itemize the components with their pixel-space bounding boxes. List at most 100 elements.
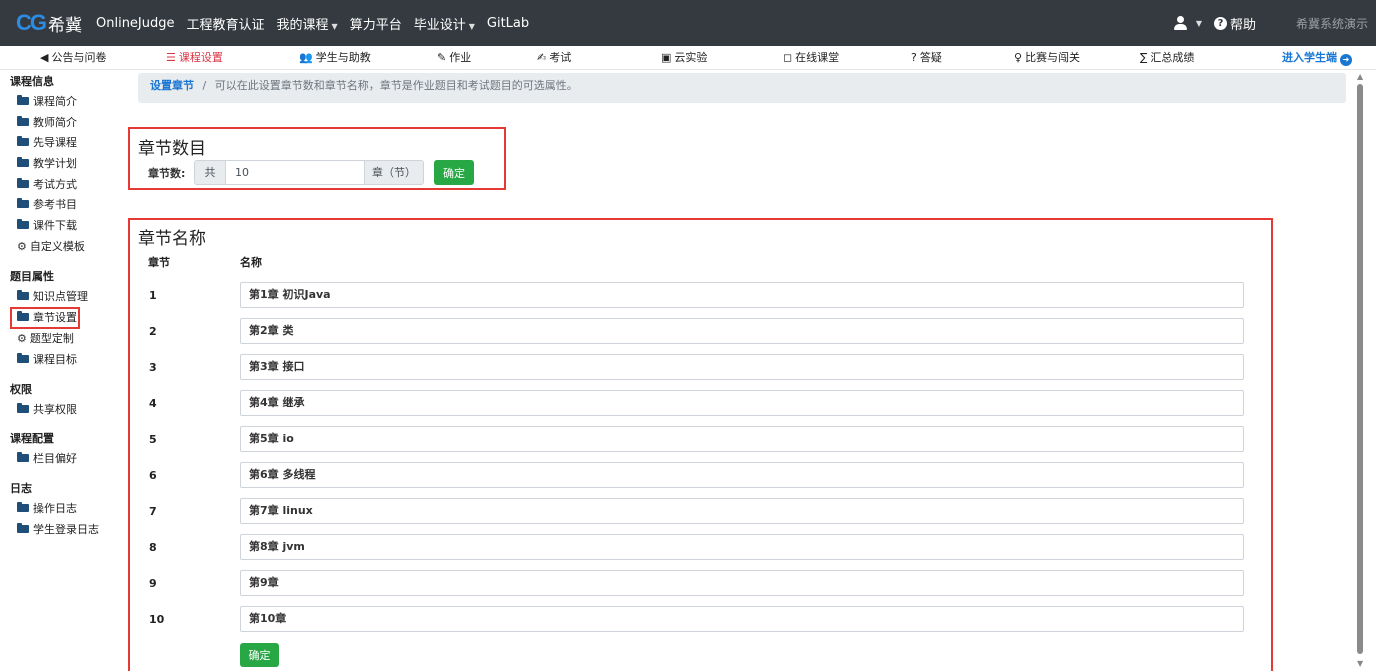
chapter-name-input[interactable]: 第9章 xyxy=(240,570,1244,596)
breadcrumb-link[interactable]: 设置章节 xyxy=(150,79,194,92)
course-nav-item-label: 云实验 xyxy=(674,51,708,64)
sidebar-item-label: 课程目标 xyxy=(33,352,77,366)
sidebar-item[interactable]: ⚙ 自定义模板 xyxy=(0,237,126,258)
chevron-down-icon[interactable]: ▼ xyxy=(1196,19,1202,28)
chapter-name-input[interactable]: 第3章 接口 xyxy=(240,354,1244,380)
sidebar-item[interactable]: 课程简介 xyxy=(0,92,126,113)
course-nav-item[interactable]: ∑ 汇总成绩 xyxy=(1140,46,1194,70)
enter-student-label: 进入学生端 xyxy=(1282,51,1337,64)
top-nav-item-label: 我的课程 xyxy=(276,17,329,33)
folder-icon xyxy=(17,522,29,533)
sidebar-item[interactable]: ⚙ 题型定制 xyxy=(0,329,126,350)
top-nav-item[interactable]: OnlineJudge xyxy=(96,16,175,31)
folder-icon xyxy=(17,95,29,105)
chapter-name-input[interactable]: 第4章 继承 xyxy=(240,390,1244,416)
sidebar-item-label: 自定义模板 xyxy=(29,239,85,253)
folder-icon xyxy=(17,157,29,168)
folder-icon xyxy=(17,352,29,363)
course-nav-item[interactable]: ✎ 作业 xyxy=(437,46,471,70)
chapter-count-confirm-button[interactable]: 确定 xyxy=(434,160,474,185)
chapter-number: 3 xyxy=(149,361,157,374)
sidebar-item-label: 考试方式 xyxy=(33,177,77,191)
chapter-number: 1 xyxy=(149,289,157,302)
classroom-icon: ◻ xyxy=(783,51,793,64)
chapter-count-input[interactable]: 10 xyxy=(225,160,365,185)
trophy-icon: ♀ xyxy=(1014,51,1023,64)
chapter-name-input[interactable]: 第5章 io xyxy=(240,426,1244,452)
user-icon[interactable] xyxy=(1173,15,1189,31)
course-nav-item[interactable]: ✍ 考试 xyxy=(537,46,571,70)
enter-student-link[interactable]: 进入学生端 ➜ xyxy=(1282,46,1352,70)
top-nav-item-label: 算力平台 xyxy=(349,17,402,33)
course-nav-item[interactable]: ? 答疑 xyxy=(911,46,942,70)
top-nav-item[interactable]: 我的课程 ▼ xyxy=(277,14,338,33)
folder-icon xyxy=(17,115,29,126)
chapter-count-suffix: 章（节） xyxy=(364,160,424,185)
top-nav-item[interactable]: 工程教育认证 xyxy=(187,14,265,33)
breadcrumb-text: 可以在此设置章节数和章节名称，章节是作业题目和考试题目的可选属性。 xyxy=(214,79,578,92)
monitor-icon: ▣ xyxy=(661,51,672,64)
sidebar-item[interactable]: 操作日志 xyxy=(0,499,126,520)
course-nav-item[interactable]: ▣ 云实验 xyxy=(661,46,707,70)
course-nav-item-label: 作业 xyxy=(449,51,472,64)
homework-icon: ✎ xyxy=(437,51,447,64)
top-nav-item-label: 工程教育认证 xyxy=(186,17,265,33)
top-nav-item[interactable]: GitLab xyxy=(487,16,529,31)
help-icon[interactable]: ? xyxy=(1213,16,1227,30)
chevron-down-icon: ▼ xyxy=(468,21,475,31)
chapter-number: 4 xyxy=(149,397,157,410)
column-header-chapter: 章节 xyxy=(148,256,170,269)
sidebar-item-label: 知识点管理 xyxy=(33,289,88,303)
folder-icon xyxy=(17,501,29,512)
chapter-number: 8 xyxy=(149,541,157,554)
sidebar-item[interactable]: 共享权限 xyxy=(0,400,126,421)
help-link[interactable]: 帮助 xyxy=(1230,14,1256,33)
chapter-names-heading: 章节名称 xyxy=(138,229,206,249)
sidebar-item[interactable]: 栏目偏好 xyxy=(0,449,126,470)
top-nav-item[interactable]: 算力平台 xyxy=(350,14,402,33)
scrollbar-thumb[interactable] xyxy=(1357,84,1363,654)
sidebar-section-title: 课程信息 xyxy=(10,75,54,88)
sidebar-item[interactable]: 课件下载 xyxy=(0,216,126,237)
course-nav-item[interactable]: ◻ 在线课堂 xyxy=(783,46,839,70)
chapter-count-heading: 章节数目 xyxy=(138,139,206,159)
sidebar-item[interactable]: 学生登录日志 xyxy=(0,520,126,541)
demo-system-label[interactable]: 希冀系统演示 xyxy=(1296,15,1368,32)
sidebar-item[interactable]: 课程目标 xyxy=(0,350,126,371)
sidebar-item[interactable]: 知识点管理 xyxy=(0,287,126,308)
sidebar-section-title: 日志 xyxy=(10,481,32,495)
course-nav-item[interactable]: 👥 学生与助教 xyxy=(299,46,371,70)
sidebar-item[interactable]: 教师简介 xyxy=(0,113,126,134)
chapter-name-input[interactable]: 第1章 初识Java xyxy=(240,282,1244,308)
sidebar-item[interactable]: 考试方式 xyxy=(0,175,126,196)
chapter-name-input[interactable]: 第2章 类 xyxy=(240,318,1244,344)
folder-icon xyxy=(17,289,29,300)
sidebar-item[interactable]: 教学计划 xyxy=(0,154,126,175)
sidebar-item[interactable]: 章节设置 xyxy=(10,307,80,330)
sidebar-item-label: 课程简介 xyxy=(33,95,77,108)
chapter-number: 5 xyxy=(149,433,157,446)
column-header-name: 名称 xyxy=(240,256,262,269)
top-navbar: CG 希冀 OnlineJudge 工程教育认证 我的课程 ▼ 算力平台 毕业设计 ▼ Git… xyxy=(0,0,1376,46)
chapter-names-confirm-button[interactable]: 确定 xyxy=(240,643,279,667)
chapter-name-input[interactable]: 第6章 多线程 xyxy=(240,462,1244,488)
sidebar-section-title: 权限 xyxy=(10,382,32,396)
course-nav-item[interactable]: ♀ 比赛与闯关 xyxy=(1014,46,1080,70)
folder-icon xyxy=(17,177,29,188)
scroll-down-arrow-icon[interactable]: ▼ xyxy=(1357,659,1363,668)
sidebar-item-label: 教学计划 xyxy=(33,157,77,171)
sigma-icon: ∑ xyxy=(1140,51,1148,64)
course-nav-item-label: 公告与问卷 xyxy=(51,51,107,64)
course-nav-item[interactable]: ◀ 公告与问卷 xyxy=(40,46,106,70)
sidebar-item[interactable]: 先导课程 xyxy=(0,133,126,154)
chapter-name-input[interactable]: 第10章 xyxy=(240,606,1244,632)
top-nav-item[interactable]: 毕业设计 ▼ xyxy=(414,14,475,33)
logo[interactable]: CG 希冀 xyxy=(16,10,82,36)
sidebar-item[interactable]: 参考书目 xyxy=(0,195,126,216)
chapter-name-input[interactable]: 第8章 jvm xyxy=(240,534,1244,560)
chapter-number: 9 xyxy=(149,577,157,590)
chapter-name-input[interactable]: 第7章 linux xyxy=(240,498,1244,524)
course-nav-item[interactable]: ☰ 课程设置 xyxy=(166,46,223,70)
chapter-number: 6 xyxy=(149,469,157,482)
scroll-up-arrow-icon[interactable]: ▲ xyxy=(1357,72,1363,81)
